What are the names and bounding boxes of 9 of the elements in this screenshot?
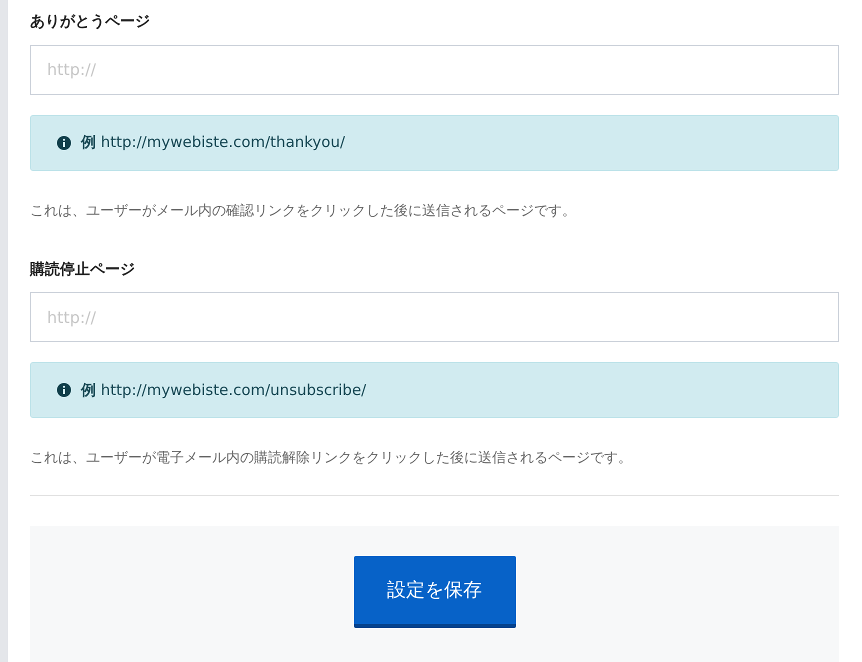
info-icon xyxy=(57,136,71,150)
field-label: ありがとうページ xyxy=(30,11,151,32)
help-text: これは、ユーザーがメール内の確認リンクをクリックした後に送信されるページです。 xyxy=(30,202,577,220)
help-text: これは、ユーザーが電子メール内の購読解除リンクをクリックした後に送信されるページです。 xyxy=(30,449,633,468)
save-button[interactable]: 設定を保存 xyxy=(354,556,516,628)
info-icon xyxy=(57,383,71,397)
example-text: 例 http://mywebiste.com/unsubscribe/ xyxy=(81,380,366,401)
example-text: 例 http://mywebiste.com/thankyou/ xyxy=(81,132,346,154)
field-label: 購読停止ページ xyxy=(30,258,136,280)
